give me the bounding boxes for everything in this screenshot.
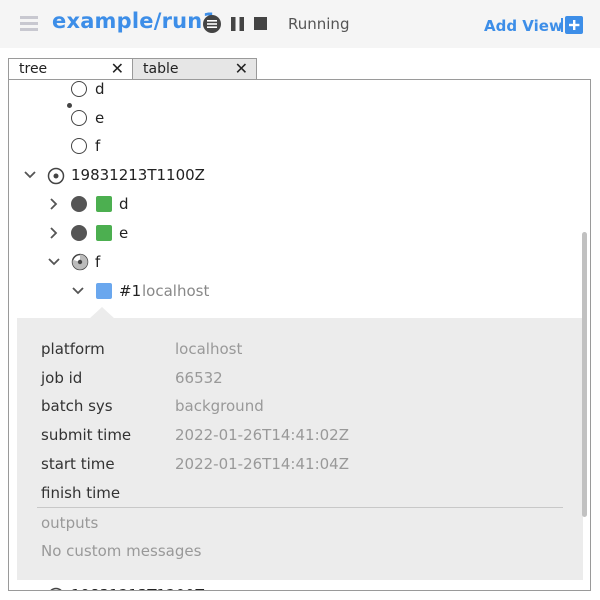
outputs-label: outputs — [41, 514, 99, 532]
chevron-right-icon[interactable] — [47, 197, 61, 211]
tree-view[interactable]: d e f 19831213T1100Z d e f #1 localhost … — [8, 79, 591, 591]
workflow-title: example/run1 — [52, 9, 218, 33]
cycle-point-label: 19831213T1200Z — [71, 583, 205, 590]
tab-table[interactable]: table ✕ — [132, 58, 257, 80]
vertical-scrollbar[interactable] — [582, 232, 587, 517]
add-view-button[interactable]: Add View — [484, 17, 563, 35]
detail-value: 66532 — [175, 369, 223, 387]
chevron-down-icon[interactable] — [23, 168, 37, 182]
task-name: f — [95, 137, 101, 155]
detail-value: 2022-01-26T14:41:02Z — [175, 426, 349, 444]
divider — [37, 507, 563, 508]
messages-text: No custom messages — [41, 542, 202, 560]
job-status-icon — [96, 225, 112, 241]
cycle-state-icon — [47, 167, 65, 185]
cycle-state-icon — [50, 587, 62, 590]
tab-label: tree — [19, 61, 48, 77]
task-name: f — [95, 253, 101, 271]
task-name: d — [95, 80, 105, 98]
detail-value: 2022-01-26T14:41:04Z — [175, 455, 349, 473]
task-name: e — [119, 224, 129, 242]
task-state-icon — [71, 196, 87, 212]
stop-icon[interactable] — [251, 14, 271, 34]
close-icon[interactable]: ✕ — [111, 59, 124, 79]
detail-key: finish time — [41, 484, 121, 502]
job-host: localhost — [142, 282, 210, 300]
workflow-header: example/run1 Running Add View — [0, 0, 600, 48]
job-status-icon — [96, 283, 112, 299]
job-status-icon — [96, 196, 112, 212]
hamburger-circle-icon[interactable] — [202, 14, 222, 34]
tab-label: table — [143, 61, 179, 77]
detail-value: background — [175, 397, 264, 415]
detail-key: job id — [41, 369, 83, 387]
chevron-right-icon[interactable] — [47, 226, 61, 240]
task-state-icon — [71, 138, 87, 154]
chevron-down-icon[interactable] — [47, 255, 61, 269]
task-state-icon — [71, 110, 87, 126]
job-details-panel: platform localhost job id 66532 batch sy… — [17, 318, 583, 580]
add-box-icon[interactable] — [561, 16, 583, 34]
running-state-icon — [71, 253, 89, 271]
detail-value: localhost — [175, 340, 243, 358]
tab-tree[interactable]: tree ✕ — [8, 58, 133, 80]
cycle-point-label: 19831213T1100Z — [71, 166, 205, 184]
detail-key: platform — [41, 340, 105, 358]
task-name: d — [119, 195, 129, 213]
task-state-icon — [71, 81, 87, 97]
chevron-down-icon[interactable] — [71, 284, 85, 298]
dot-icon — [67, 103, 72, 108]
menu-icon[interactable] — [20, 16, 38, 32]
detail-key: batch sys — [41, 397, 113, 415]
detail-key: start time — [41, 455, 115, 473]
task-name: e — [95, 109, 105, 127]
task-state-icon — [71, 225, 87, 241]
job-number: #1 — [119, 282, 142, 300]
workflow-status: Running — [288, 15, 350, 33]
detail-key: submit time — [41, 426, 132, 444]
close-icon[interactable]: ✕ — [235, 59, 248, 79]
pause-icon[interactable] — [228, 14, 248, 34]
